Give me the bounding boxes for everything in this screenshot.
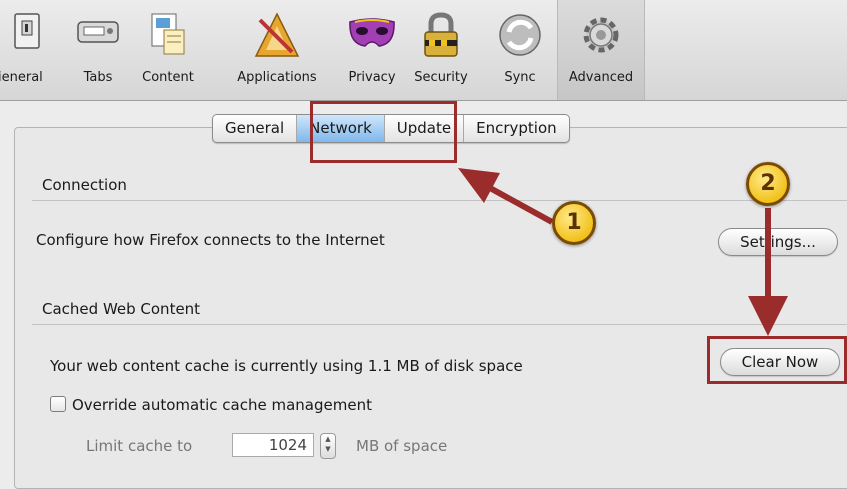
step-1-callout: 1 bbox=[552, 201, 596, 245]
annotation-arrows bbox=[458, 168, 788, 336]
step-2-callout: 2 bbox=[746, 162, 790, 206]
arrow-to-clear-now bbox=[748, 208, 788, 336]
arrow-to-network-tab bbox=[458, 168, 554, 225]
